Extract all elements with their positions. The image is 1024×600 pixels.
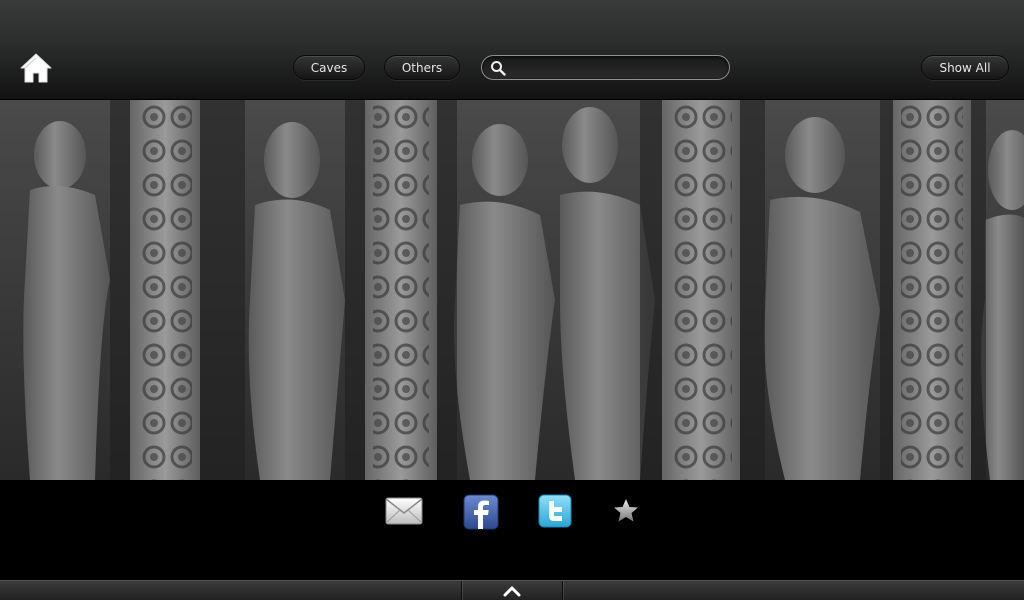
bottom-bar-divider	[461, 581, 462, 600]
twitter-icon	[538, 494, 572, 528]
relief-image	[0, 100, 1024, 480]
facebook-share-button[interactable]	[463, 494, 501, 530]
chevron-up-icon	[503, 586, 521, 597]
email-share-button[interactable]	[385, 494, 423, 528]
others-button[interactable]: Others	[384, 55, 460, 80]
bottom-bar-divider	[562, 581, 563, 600]
mail-icon	[385, 497, 423, 525]
home-button[interactable]	[18, 50, 54, 86]
twitter-share-button[interactable]	[538, 494, 576, 528]
caves-button[interactable]: Caves	[293, 55, 365, 80]
search-box[interactable]	[481, 55, 730, 80]
share-bar	[0, 480, 1024, 580]
search-icon	[491, 61, 506, 76]
cave-carving-photo[interactable]	[0, 100, 1024, 480]
favorite-button[interactable]	[611, 494, 641, 528]
app-window: Caves Others Show All	[0, 0, 1024, 600]
facebook-icon	[463, 494, 499, 530]
show-all-button[interactable]: Show All	[921, 55, 1009, 80]
expand-panel-button[interactable]	[500, 583, 524, 599]
search-input[interactable]	[510, 58, 722, 77]
top-navigation-bar: Caves Others Show All	[0, 0, 1024, 100]
star-icon	[614, 499, 638, 522]
home-icon	[20, 53, 52, 83]
bottom-bar	[0, 580, 1024, 600]
